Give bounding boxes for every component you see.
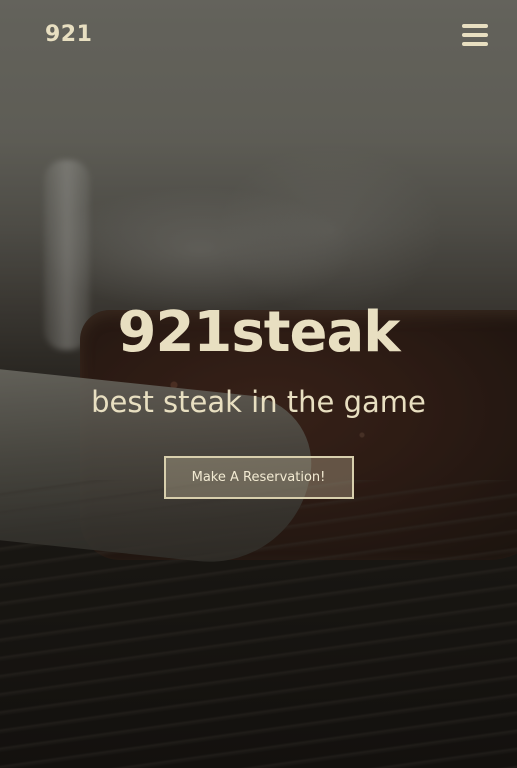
hero-subtitle: best steak in the game — [91, 385, 426, 419]
hero-title: 921steak — [117, 300, 400, 365]
hero-content: 921steak best steak in the game Make A R… — [0, 296, 517, 499]
hamburger-line-middle — [462, 33, 488, 37]
hamburger-line-top — [462, 24, 488, 28]
hero-section: 921 921steak best steak in the game Make… — [0, 0, 517, 768]
brand-logo-link[interactable]: 921 — [45, 22, 92, 47]
make-reservation-button[interactable]: Make A Reservation! — [163, 456, 354, 499]
hamburger-menu-icon[interactable] — [460, 22, 490, 48]
top-navigation-bar: 921 — [0, 0, 517, 72]
hamburger-line-bottom — [462, 42, 488, 46]
